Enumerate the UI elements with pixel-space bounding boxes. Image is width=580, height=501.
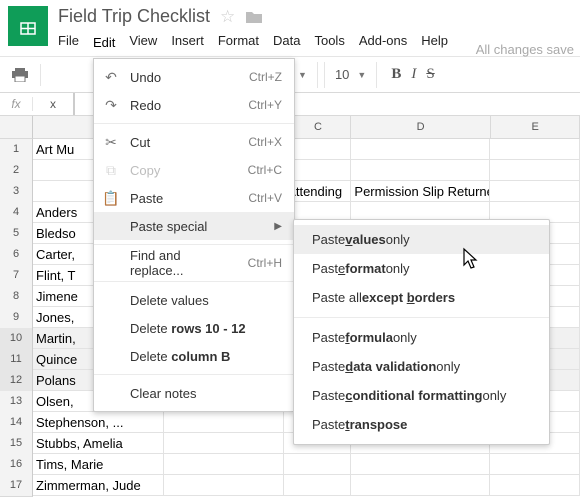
submenu-paste-formula[interactable]: Paste formula only: [294, 323, 549, 352]
redo-icon: ↷: [102, 97, 120, 114]
cell[interactable]: [490, 454, 580, 475]
row-header[interactable]: 2: [0, 160, 33, 182]
menu-copy[interactable]: ⧉CopyCtrl+C: [94, 156, 294, 184]
submenu-paste-format[interactable]: Paste format only: [294, 254, 549, 283]
submenu-paste-transpose[interactable]: Paste transpose: [294, 410, 549, 439]
row-header[interactable]: 8: [0, 286, 33, 308]
menu-undo[interactable]: ↶UndoCtrl+Z: [94, 63, 294, 91]
menu-insert[interactable]: Insert: [171, 33, 204, 50]
cell[interactable]: Permission Slip Returned: [351, 181, 490, 202]
paste-special-submenu: Paste values only Paste format only Past…: [293, 219, 550, 445]
row-header[interactable]: 16: [0, 454, 33, 476]
row-header[interactable]: 6: [0, 244, 33, 266]
font-size: 10: [335, 67, 349, 82]
menu-clear-notes[interactable]: Clear notes: [94, 379, 294, 407]
star-icon[interactable]: ☆: [220, 7, 235, 27]
cell[interactable]: [164, 475, 284, 496]
copy-icon: ⧉: [102, 162, 120, 179]
chevron-down-icon: ▼: [357, 70, 366, 80]
row-header[interactable]: 15: [0, 433, 33, 455]
cell[interactable]: [490, 139, 580, 160]
row-header[interactable]: 17: [0, 475, 33, 497]
submenu-arrow-icon: ▶: [274, 221, 282, 232]
menu-view[interactable]: View: [129, 33, 157, 50]
submenu-paste-values[interactable]: Paste values only: [294, 225, 549, 254]
edit-dropdown: ↶UndoCtrl+Z ↷RedoCtrl+Y ✂CutCtrl+X ⧉Copy…: [93, 58, 295, 412]
col-D[interactable]: D: [351, 116, 491, 138]
folder-icon[interactable]: [245, 10, 263, 24]
select-all[interactable]: [0, 116, 33, 139]
cell[interactable]: [284, 454, 351, 475]
row-header[interactable]: 7: [0, 265, 33, 287]
cell[interactable]: [164, 454, 284, 475]
row-header[interactable]: 4: [0, 202, 33, 224]
cell[interactable]: Tims, Marie: [33, 454, 164, 475]
print-icon[interactable]: [6, 62, 34, 88]
menu-redo[interactable]: ↷RedoCtrl+Y: [94, 91, 294, 119]
cell[interactable]: [164, 412, 284, 433]
cell[interactable]: [351, 139, 490, 160]
italic-button[interactable]: I: [411, 66, 416, 83]
menu-addons[interactable]: Add-ons: [359, 33, 407, 50]
menu-edit[interactable]: Edit: [93, 33, 115, 50]
menu-delete-column[interactable]: Delete column B: [94, 342, 294, 370]
cell[interactable]: [351, 160, 490, 181]
cut-icon: ✂: [102, 134, 120, 151]
menu-find-replace[interactable]: Find and replace...Ctrl+H: [94, 249, 294, 277]
col-C[interactable]: C: [286, 116, 351, 138]
row-header[interactable]: 1: [0, 139, 33, 161]
cell[interactable]: Stubbs, Amelia: [33, 433, 164, 454]
undo-icon: ↶: [102, 69, 120, 86]
menu-format[interactable]: Format: [218, 33, 259, 50]
cell[interactable]: [351, 454, 490, 475]
row-header[interactable]: 12: [0, 370, 33, 392]
chevron-down-icon: ▼: [298, 70, 307, 80]
row-header[interactable]: 13: [0, 391, 33, 413]
row-header[interactable]: 9: [0, 307, 33, 329]
paste-icon: 📋: [102, 190, 120, 207]
col-E[interactable]: E: [491, 116, 580, 138]
font-size-select[interactable]: 10 ▼: [324, 62, 377, 88]
menu-paste[interactable]: 📋PasteCtrl+V: [94, 184, 294, 212]
save-status: All changes save: [476, 42, 574, 57]
row-header[interactable]: 5: [0, 223, 33, 245]
row-header[interactable]: 14: [0, 412, 33, 434]
menu-tools[interactable]: Tools: [314, 33, 344, 50]
cell[interactable]: [490, 181, 580, 202]
menu-file[interactable]: File: [58, 33, 79, 50]
name-box[interactable]: x: [33, 93, 75, 115]
row-header[interactable]: 11: [0, 349, 33, 371]
doc-title[interactable]: Field Trip Checklist: [58, 6, 210, 27]
cell[interactable]: [490, 475, 580, 496]
menu-data[interactable]: Data: [273, 33, 300, 50]
menu-cut[interactable]: ✂CutCtrl+X: [94, 128, 294, 156]
strike-button[interactable]: S: [426, 66, 434, 83]
menu-paste-special[interactable]: Paste special▶: [94, 212, 294, 240]
submenu-paste-borders[interactable]: Paste all except borders: [294, 283, 549, 312]
cursor-icon: [460, 247, 480, 271]
menu-delete-values[interactable]: Delete values: [94, 286, 294, 314]
cell[interactable]: Zimmerman, Jude: [33, 475, 164, 496]
bold-button[interactable]: B: [391, 66, 401, 83]
submenu-paste-data-validation[interactable]: Paste data validation only: [294, 352, 549, 381]
cell[interactable]: Stephenson, ...: [33, 412, 164, 433]
menu-delete-rows[interactable]: Delete rows 10 - 12: [94, 314, 294, 342]
fx-label: fx: [0, 97, 33, 111]
row-header[interactable]: 3: [0, 181, 33, 203]
row-header[interactable]: 10: [0, 328, 33, 350]
cell[interactable]: [164, 433, 284, 454]
cell[interactable]: [284, 475, 351, 496]
sheets-logo[interactable]: [8, 6, 48, 46]
cell[interactable]: [351, 475, 490, 496]
cell[interactable]: [490, 160, 580, 181]
menu-help[interactable]: Help: [421, 33, 448, 50]
submenu-paste-conditional[interactable]: Paste conditional formatting only: [294, 381, 549, 410]
